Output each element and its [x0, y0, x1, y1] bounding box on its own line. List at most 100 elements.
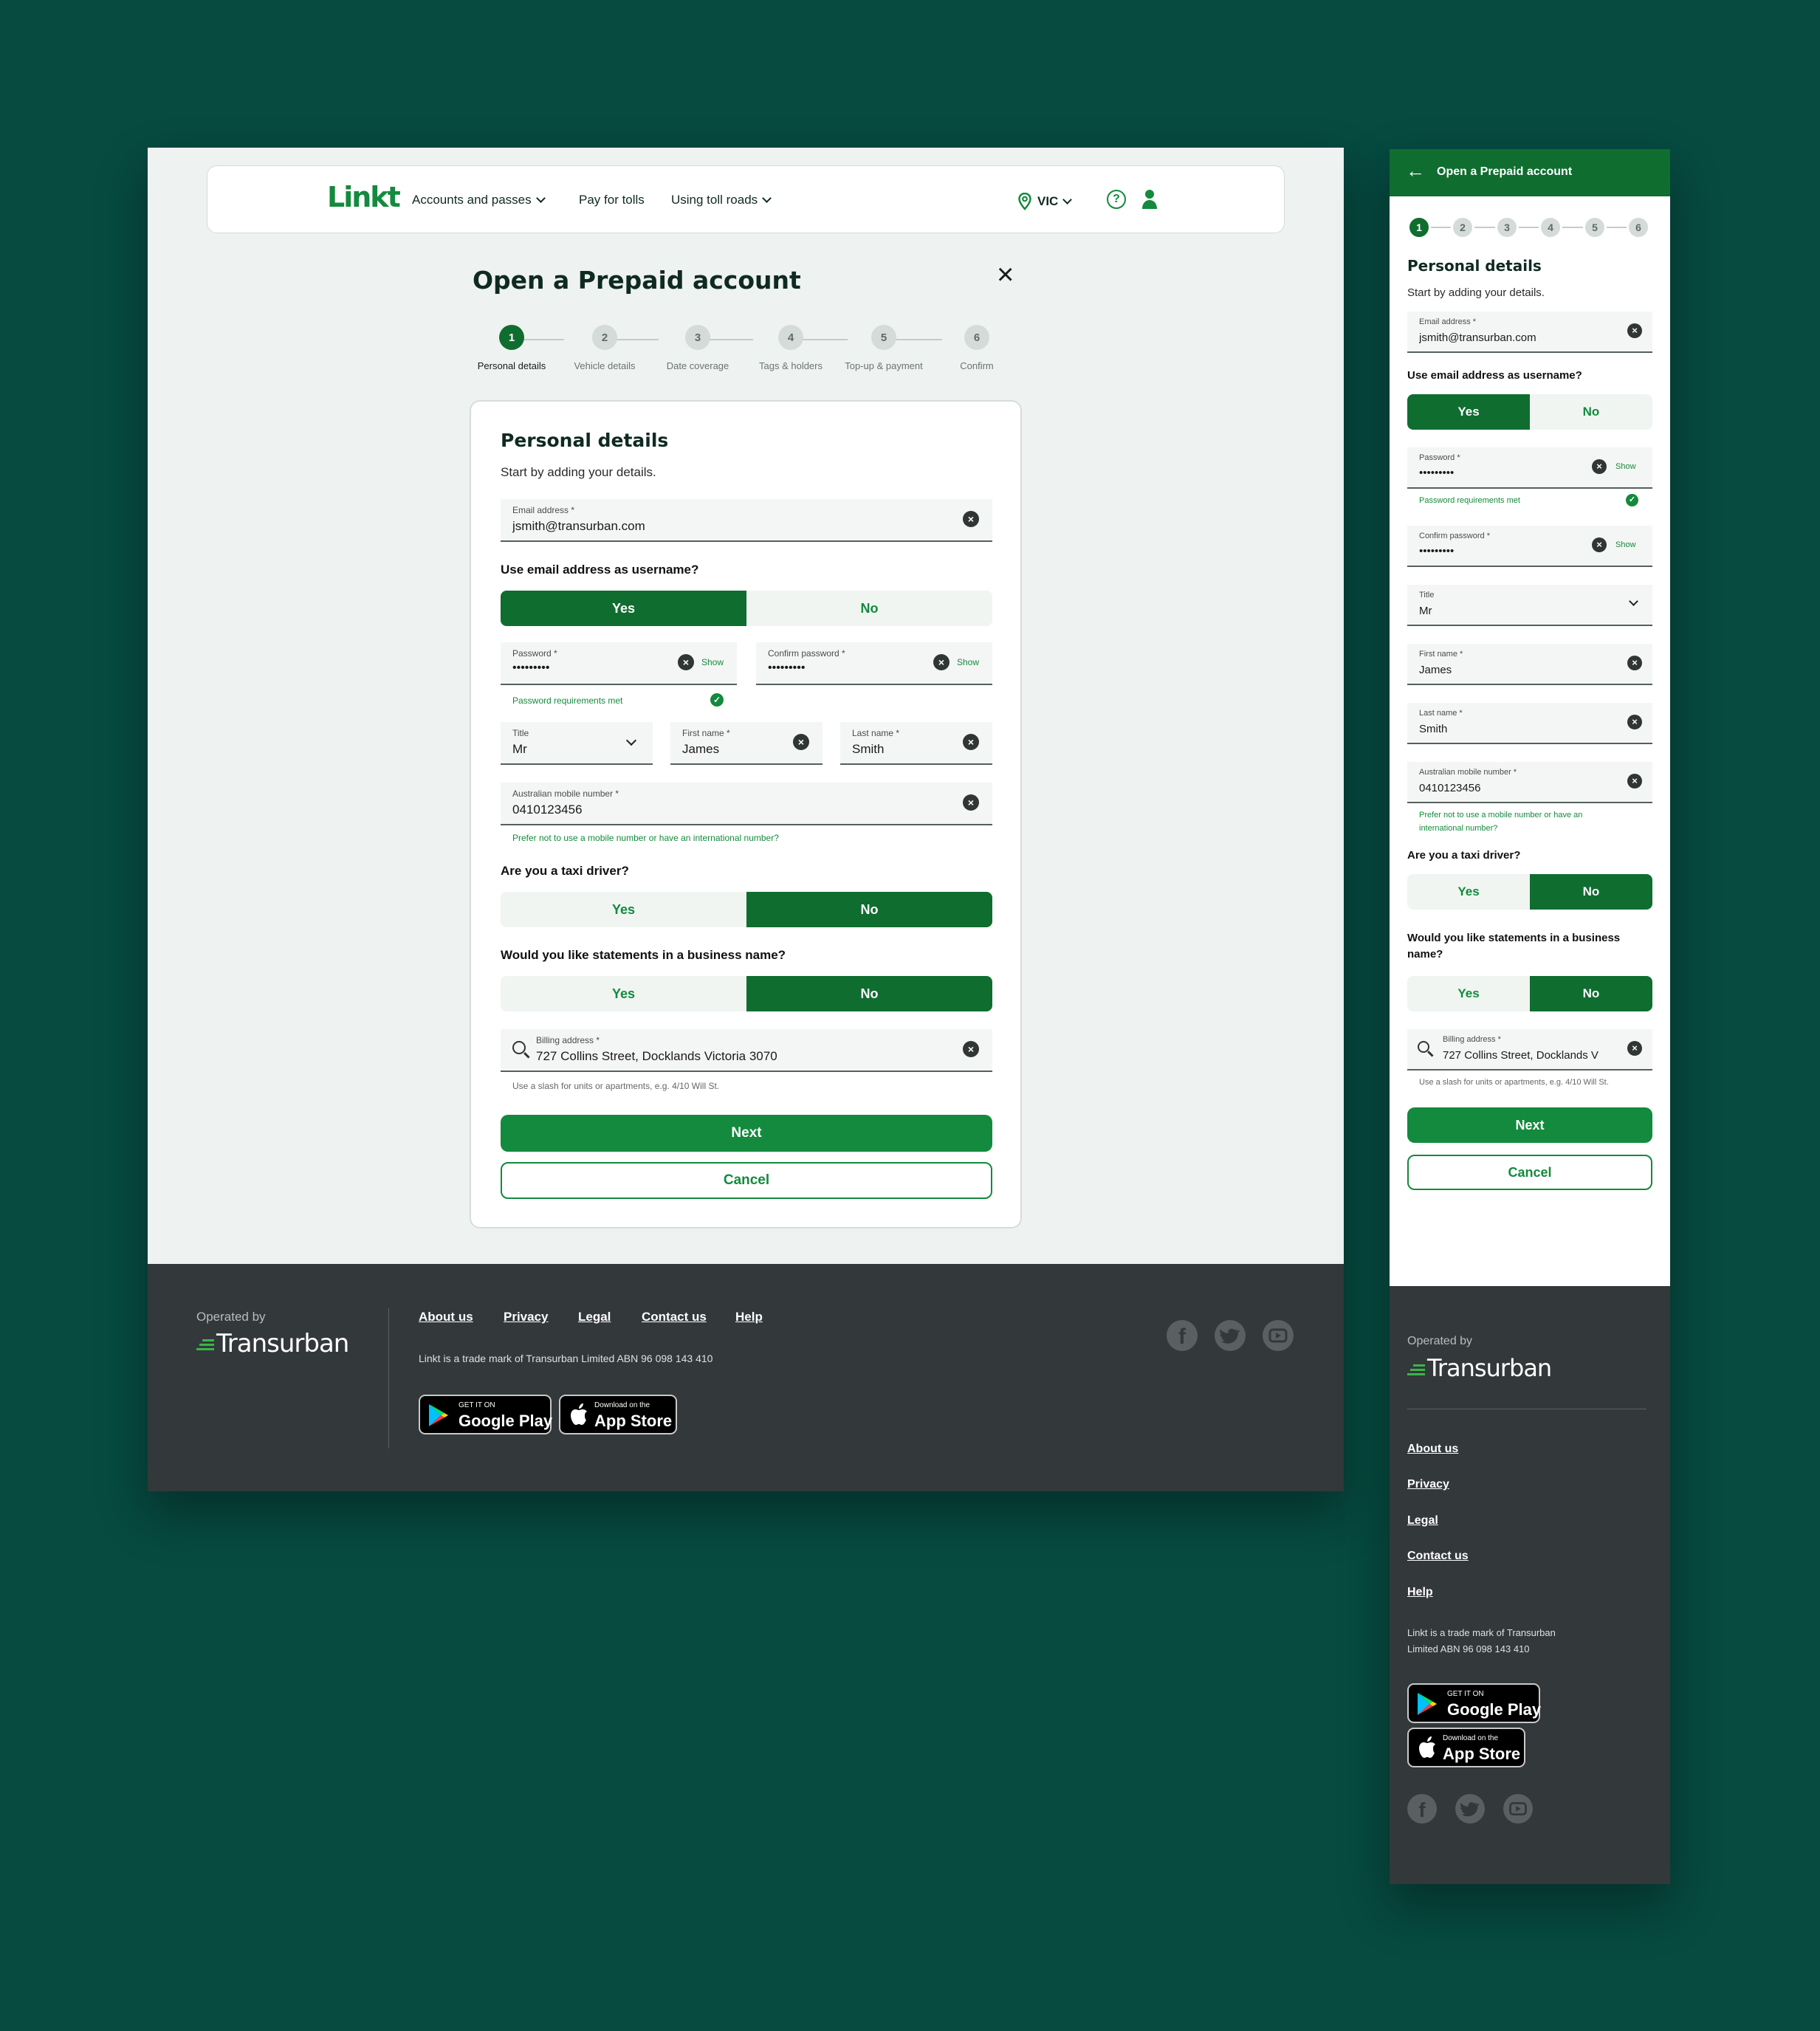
nav-pay-for-tolls[interactable]: Pay for tolls [579, 193, 645, 207]
clear-icon[interactable]: × [963, 1041, 979, 1057]
app-store-button[interactable]: Download on the App Store [1407, 1728, 1525, 1767]
nav-using-toll-roads[interactable]: Using toll roads [671, 193, 772, 207]
clear-icon[interactable]: × [1592, 537, 1607, 552]
clear-icon[interactable]: × [1592, 459, 1607, 474]
step-label: Date coverage [666, 360, 729, 371]
clear-icon[interactable]: × [1627, 656, 1642, 670]
clear-icon[interactable]: × [933, 654, 950, 670]
show-password-button[interactable]: Show [701, 657, 724, 667]
mobile-step-5: 5 [1583, 216, 1607, 239]
mobile-mobile-number-field[interactable]: Australian mobile number * 0410123456 × [1407, 762, 1652, 803]
international-number-link-cont[interactable]: international number? [1419, 824, 1497, 833]
clear-icon[interactable]: × [1627, 715, 1642, 729]
footer-link-contact-us[interactable]: Contact us [642, 1310, 707, 1324]
twitter-icon[interactable] [1215, 1320, 1246, 1351]
password-field[interactable]: Password * ••••••••• × Show [501, 642, 737, 685]
app-store-button[interactable]: Download on the App Store [559, 1395, 677, 1434]
mobile-email-field[interactable]: Email address * jsmith@transurban.com × [1407, 312, 1652, 353]
business-no-button[interactable]: No [746, 976, 992, 1011]
location-pin-icon [1018, 193, 1031, 210]
chevron-down-icon [762, 193, 772, 203]
linkt-logo[interactable]: Linkt [327, 181, 401, 213]
clear-icon[interactable]: × [963, 511, 979, 527]
mobile-confirm-password-field[interactable]: Confirm password * ••••••••• × Show [1407, 526, 1652, 567]
field-label: Billing address * [536, 1035, 600, 1045]
confirm-password-field[interactable]: Confirm password * ••••••••• × Show [756, 642, 992, 685]
business-yes-button[interactable]: Yes [501, 976, 746, 1011]
mobile-title-select[interactable]: Title Mr [1407, 585, 1652, 626]
last-name-field[interactable]: Last name * Smith × [840, 722, 992, 765]
close-icon[interactable]: × [997, 260, 1014, 289]
footer-link-privacy[interactable]: Privacy [504, 1310, 549, 1324]
step-number: 5 [871, 325, 896, 350]
field-label: Email address * [512, 505, 575, 515]
mobile-cancel-button[interactable]: Cancel [1407, 1155, 1652, 1190]
show-password-button[interactable]: Show [1615, 540, 1636, 549]
mobile-taxi-yes-button[interactable]: Yes [1407, 874, 1530, 910]
state-selector[interactable]: VIC [1018, 193, 1073, 210]
international-number-link[interactable]: Prefer not to use a mobile number or hav… [1419, 811, 1582, 819]
twitter-icon[interactable] [1455, 1794, 1485, 1824]
clear-icon[interactable]: × [793, 734, 809, 750]
mobile-username-no-button[interactable]: No [1530, 394, 1652, 430]
google-play-button[interactable]: GET IT ON Google Play [419, 1395, 552, 1434]
footer-link-help[interactable]: Help [735, 1310, 763, 1324]
step-1[interactable]: 1 Personal details [470, 325, 554, 371]
footer-link-about-us[interactable]: About us [1407, 1443, 1458, 1456]
clear-icon[interactable]: × [1627, 1041, 1642, 1056]
taxi-yes-button[interactable]: Yes [501, 892, 746, 927]
clear-icon[interactable]: × [1627, 774, 1642, 788]
clear-icon[interactable]: × [1627, 323, 1642, 338]
mobile-last-name-field[interactable]: Last name * Smith × [1407, 703, 1652, 744]
facebook-icon[interactable]: f [1407, 1794, 1437, 1824]
mobile-step-1[interactable]: 1 [1407, 216, 1431, 239]
apple-icon [571, 1403, 587, 1425]
mobile-number-field[interactable]: Australian mobile number * 0410123456 × [501, 783, 992, 825]
help-icon[interactable]: ? [1107, 190, 1126, 209]
youtube-icon[interactable] [1503, 1794, 1533, 1824]
nav-accounts-and-passes[interactable]: Accounts and passes [412, 193, 546, 207]
show-password-button[interactable]: Show [957, 657, 979, 667]
facebook-icon[interactable]: f [1167, 1320, 1198, 1351]
username-no-button[interactable]: No [746, 591, 992, 626]
footer-link-contact-us[interactable]: Contact us [1407, 1550, 1469, 1563]
mobile-billing-address-field[interactable]: Billing address * 727 Collins Street, Do… [1407, 1029, 1652, 1071]
transurban-bars [196, 1337, 214, 1353]
clear-icon[interactable]: × [963, 734, 979, 750]
footer-link-privacy[interactable]: Privacy [1407, 1478, 1449, 1491]
email-field[interactable]: Email address * jsmith@transurban.com × [501, 499, 992, 542]
field-label: Last name * [1419, 709, 1463, 718]
form-subheading: Start by adding your details. [501, 465, 656, 479]
google-play-button[interactable]: GET IT ON Google Play [1407, 1683, 1541, 1723]
step-6: 6 Confirm [935, 325, 1019, 371]
clear-icon[interactable]: × [963, 794, 979, 811]
taxi-no-button[interactable]: No [746, 892, 992, 927]
mobile-content: 1 2 3 4 5 6 Personal details Start by ad… [1390, 196, 1670, 1434]
mobile-first-name-field[interactable]: First name * James × [1407, 644, 1652, 685]
footer-link-about-us[interactable]: About us [419, 1310, 473, 1324]
username-yes-button[interactable]: Yes [501, 591, 746, 626]
billing-hint: Use a slash for units or apartments, e.g… [1419, 1078, 1609, 1087]
field-value: 727 Collins Street, Docklands Victoria 3… [536, 1049, 777, 1063]
mobile-business-no-button[interactable]: No [1530, 976, 1652, 1011]
google-play-small: GET IT ON [1447, 1690, 1484, 1698]
clear-icon[interactable]: × [678, 654, 694, 670]
back-arrow-icon[interactable]: ← [1406, 159, 1425, 182]
title-select[interactable]: Title Mr [501, 722, 653, 765]
billing-address-field[interactable]: Billing address * 727 Collins Street, Do… [501, 1029, 992, 1072]
footer-link-help[interactable]: Help [1407, 1586, 1433, 1599]
mobile-business-yes-button[interactable]: Yes [1407, 976, 1530, 1011]
footer-link-legal[interactable]: Legal [578, 1310, 611, 1324]
international-number-link[interactable]: Prefer not to use a mobile number or hav… [512, 833, 779, 843]
next-button[interactable]: Next [501, 1115, 992, 1152]
user-icon[interactable] [1142, 189, 1157, 210]
mobile-next-button[interactable]: Next [1407, 1107, 1652, 1143]
youtube-icon[interactable] [1263, 1320, 1294, 1351]
cancel-button[interactable]: Cancel [501, 1162, 992, 1199]
first-name-field[interactable]: First name * James × [670, 722, 823, 765]
show-password-button[interactable]: Show [1615, 462, 1636, 471]
mobile-taxi-no-button[interactable]: No [1530, 874, 1652, 910]
mobile-password-field[interactable]: Password * ••••••••• × Show [1407, 447, 1652, 489]
mobile-username-yes-button[interactable]: Yes [1407, 394, 1530, 430]
footer-link-legal[interactable]: Legal [1407, 1514, 1438, 1527]
